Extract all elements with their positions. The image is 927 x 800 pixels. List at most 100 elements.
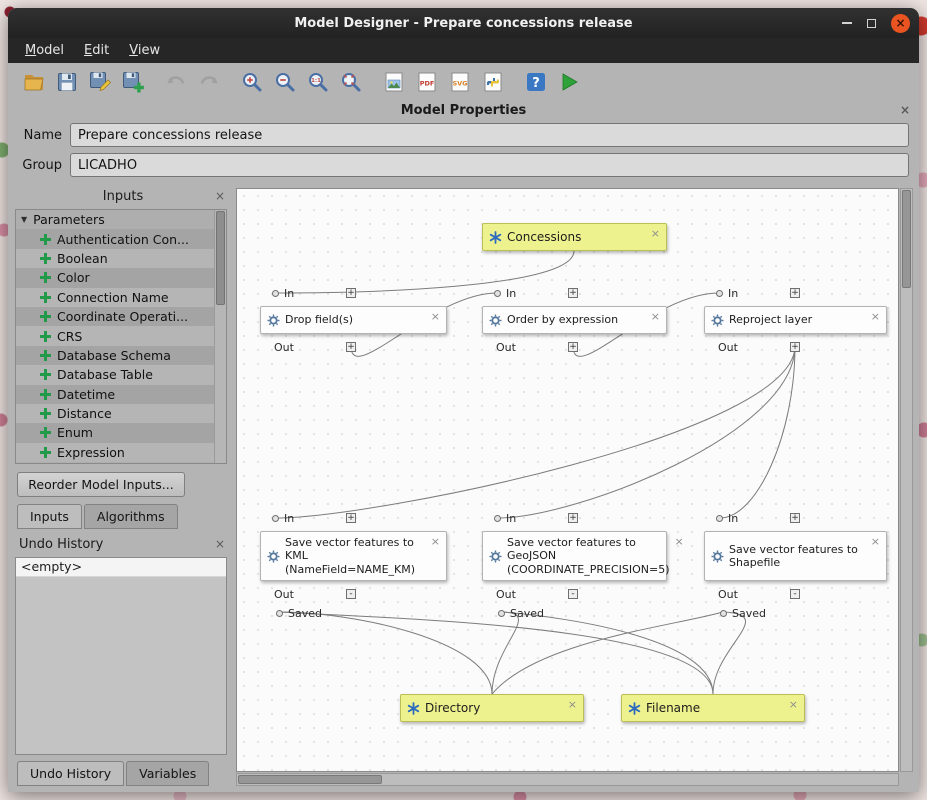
save-as-template-button[interactable] (119, 69, 146, 96)
undo-button[interactable] (162, 69, 189, 96)
collapse-arrow-icon[interactable]: ▼ (21, 215, 27, 224)
tab-inputs[interactable]: Inputs (17, 504, 82, 529)
close-inputs-panel-icon[interactable]: × (215, 190, 225, 202)
zoom-full-button[interactable] (337, 69, 364, 96)
close-button[interactable]: × (891, 14, 910, 33)
expand-inputs-toggle[interactable]: + (346, 288, 356, 298)
model-node-directory[interactable]: Directory× (400, 694, 584, 722)
expand-outputs-toggle[interactable]: + (346, 342, 356, 352)
model-name-input[interactable] (70, 123, 909, 147)
delete-node-icon[interactable]: × (651, 310, 660, 323)
export-as-image-button[interactable] (380, 69, 407, 96)
tree-item-boolean[interactable]: Boolean (16, 249, 215, 268)
tree-item-enum[interactable]: Enum (16, 423, 215, 442)
in-socket[interactable] (494, 290, 501, 297)
zoom-actual-button[interactable]: 1:1 (304, 69, 331, 96)
reorder-model-inputs-button[interactable]: Reorder Model Inputs... (17, 472, 185, 497)
expand-outputs-toggle[interactable]: - (790, 589, 800, 599)
model-node-filename[interactable]: Filename× (621, 694, 805, 722)
delete-node-icon[interactable]: × (871, 310, 880, 323)
menu-view[interactable]: View (120, 40, 169, 61)
expand-inputs-toggle[interactable]: + (568, 288, 578, 298)
tab-variables[interactable]: Variables (126, 761, 209, 786)
saved-socket[interactable] (720, 610, 727, 617)
delete-node-icon[interactable]: × (431, 535, 440, 548)
model-group-input[interactable] (70, 153, 909, 177)
export-as-pdf-button[interactable]: PDF (413, 69, 440, 96)
in-socket[interactable] (272, 290, 279, 297)
tree-item-datetime[interactable]: Datetime (16, 385, 215, 404)
delete-node-icon[interactable]: × (651, 227, 660, 240)
inputs-tree-scrollbar-thumb[interactable] (216, 211, 225, 305)
expand-outputs-toggle[interactable]: - (346, 589, 356, 599)
close-undo-history-panel-icon[interactable]: × (215, 538, 225, 550)
in-socket[interactable] (272, 515, 279, 522)
delete-node-icon[interactable]: × (674, 535, 683, 548)
saved-output-label: Saved (732, 607, 766, 620)
tree-item-expression[interactable]: Expression (16, 443, 215, 462)
model-node-reproject-layer[interactable]: Reproject layer× (704, 306, 887, 334)
expand-inputs-toggle[interactable]: + (568, 513, 578, 523)
delete-node-icon[interactable]: × (568, 698, 577, 711)
tree-item-authentication-con[interactable]: Authentication Con... (16, 229, 215, 248)
minimize-button[interactable] (842, 22, 852, 24)
expand-inputs-toggle[interactable]: + (790, 288, 800, 298)
zoom-out-button[interactable] (271, 69, 298, 96)
undo-history-title: Undo History (15, 537, 103, 552)
model-canvas[interactable]: Concessions×In+Out+Drop field(s)×In+Out+… (236, 188, 899, 772)
tree-item-color[interactable]: Color (16, 268, 215, 287)
expand-outputs-toggle[interactable]: + (568, 342, 578, 352)
tree-item-distance[interactable]: Distance (16, 404, 215, 423)
in-port-reproject-layer: In (716, 287, 738, 300)
model-node-drop-fields[interactable]: Drop field(s)× (260, 306, 447, 334)
tree-item-database-schema[interactable]: Database Schema (16, 346, 215, 365)
menu-edit[interactable]: Edit (75, 40, 118, 61)
tree-item-connection-name[interactable]: Connection Name (16, 288, 215, 307)
expand-inputs-toggle[interactable]: + (346, 513, 356, 523)
model-node-concessions[interactable]: Concessions× (482, 223, 667, 251)
vertical-scrollbar-thumb[interactable] (902, 190, 911, 288)
delete-node-icon[interactable]: × (789, 698, 798, 711)
zoom-toolbar-group: 1:1 (238, 69, 364, 96)
titlebar[interactable]: Model Designer - Prepare concessions rel… (8, 8, 919, 38)
tree-item-parameters[interactable]: ▼Parameters (16, 210, 215, 229)
close-properties-panel-icon[interactable]: × (900, 104, 910, 116)
export-as-script-button[interactable] (479, 69, 506, 96)
canvas-horizontal-scrollbar[interactable] (236, 773, 899, 786)
delete-node-icon[interactable]: × (431, 310, 440, 323)
zoom-in-button[interactable] (238, 69, 265, 96)
tree-item-database-table[interactable]: Database Table (16, 365, 215, 384)
menu-model[interactable]: Model (16, 40, 73, 61)
horizontal-scrollbar-thumb[interactable] (238, 775, 382, 784)
inputs-tree-scrollbar[interactable] (214, 210, 226, 463)
expand-outputs-toggle[interactable]: + (790, 342, 800, 352)
in-socket[interactable] (716, 515, 723, 522)
save-model-button[interactable] (53, 69, 80, 96)
saved-socket[interactable] (276, 610, 283, 617)
export-as-svg-button[interactable]: SVG (446, 69, 473, 96)
tree-item-crs[interactable]: CRS (16, 326, 215, 345)
run-model-button[interactable] (555, 69, 582, 96)
edit-model-help-button[interactable]: ? (522, 69, 549, 96)
model-node-save-vector-features-to-shapefile[interactable]: Save vector features to Shapefile× (704, 531, 887, 581)
delete-node-icon[interactable]: × (871, 535, 880, 548)
undo-history-item[interactable]: <empty> (16, 558, 226, 577)
tab-undo-history[interactable]: Undo History (17, 761, 124, 786)
expand-outputs-toggle[interactable]: - (568, 589, 578, 599)
model-node-save-vector-features-to-kml[interactable]: Save vector features to KML (NameField=N… (260, 531, 447, 581)
canvas-vertical-scrollbar[interactable] (900, 188, 913, 772)
tree-item-coordinate-operati[interactable]: Coordinate Operati... (16, 307, 215, 326)
in-port-label: In (728, 512, 738, 525)
save-model-as-button[interactable] (86, 69, 113, 96)
in-socket[interactable] (494, 515, 501, 522)
saved-socket[interactable] (498, 610, 505, 617)
model-node-save-vector-features-to-geojson[interactable]: Save vector features to GeoJSON (COORDIN… (482, 531, 667, 581)
in-socket[interactable] (716, 290, 723, 297)
out-port-drop-fields: Out (274, 341, 294, 354)
tab-algorithms[interactable]: Algorithms (84, 504, 178, 529)
model-node-order-by-expression[interactable]: Order by expression× (482, 306, 667, 334)
open-model-button[interactable] (20, 69, 47, 96)
maximize-button[interactable] (867, 19, 876, 28)
redo-button[interactable] (195, 69, 222, 96)
expand-inputs-toggle[interactable]: + (790, 513, 800, 523)
